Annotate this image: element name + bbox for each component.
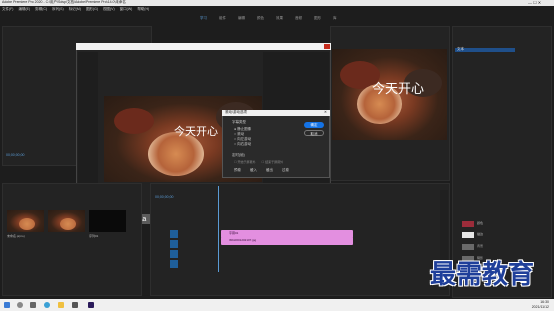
dialog-timing-label: 定时(帧) [232, 153, 245, 157]
program-preview-image: 今天开心 [332, 49, 447, 140]
dialog-close-icon[interactable]: ✕ [324, 110, 327, 115]
playhead[interactable] [218, 186, 219, 272]
premiere-icon[interactable] [88, 302, 94, 308]
windows-taskbar [0, 299, 554, 311]
timing-checkboxes: ☐ 开始于屏幕外 ☐ 结束于屏幕外 [234, 160, 283, 164]
fill-label: 颜色 [477, 221, 484, 225]
search-icon[interactable] [17, 302, 23, 308]
dialog-title: 滚动/游动选项 [225, 110, 247, 114]
tab-audio[interactable]: 音频 [295, 16, 302, 21]
checkbox-start-offscreen[interactable]: ☐ 开始于屏幕外 [234, 160, 256, 164]
menu-graphics[interactable]: 图形(G) [86, 7, 98, 12]
dialog-section-type: 字幕类型 [232, 120, 246, 124]
sequence-thumbnail[interactable] [89, 210, 126, 232]
folder-icon[interactable] [58, 302, 64, 308]
project-panel [2, 183, 142, 296]
tab-graphics[interactable]: 图形 [314, 16, 321, 21]
title-caption: 今天开心 [174, 125, 218, 138]
windows-icon[interactable] [4, 302, 10, 308]
plate-shape [19, 218, 35, 230]
title-type-radio-group: ● 静止图像 ○ 滚动 ○ 向左游动 ○ 向右游动 [234, 127, 251, 147]
layer-selected-row[interactable] [455, 48, 515, 52]
tab-effects[interactable]: 效果 [276, 16, 283, 21]
menu-view[interactable]: 视图(V) [103, 7, 115, 12]
timeline-clip-image[interactable]: IMG0001202107.jpg [221, 237, 353, 245]
background-label: 背景 [477, 244, 484, 248]
menu-sequence[interactable]: 序列(S) [52, 7, 64, 12]
fill-color-swatch[interactable] [462, 221, 474, 227]
track-target-v1[interactable] [170, 230, 178, 238]
timing-fields: 预卷 缓入 缓出 过卷 [234, 168, 298, 173]
clip-label: 字幕01 [229, 231, 239, 235]
bowl-shape [114, 108, 154, 134]
ok-button[interactable]: 确定 [304, 122, 324, 128]
plate-shape [148, 132, 204, 176]
tab-editing[interactable]: 编辑 [238, 16, 245, 21]
menu-marker[interactable]: 标记(M) [69, 7, 81, 12]
stroke-color-swatch[interactable] [462, 232, 474, 238]
track-target-a3[interactable] [170, 260, 178, 268]
dialog-titlebar: 滚动/游动选项 ✕ [222, 110, 330, 116]
source-timecode: 00;00;00;00 [6, 153, 25, 157]
field-ease-out[interactable]: 缓出 [266, 168, 282, 173]
system-clock[interactable]: 16:30 2021/11/12 [505, 300, 549, 310]
timeline-timecode: 00;00;00;00 [155, 195, 174, 199]
background-color-swatch[interactable] [462, 244, 474, 250]
close-icon[interactable] [324, 44, 330, 49]
menu-clip[interactable]: 剪辑(C) [35, 7, 47, 12]
program-caption: 今天开心 [372, 82, 425, 97]
legacy-title-titlebar [76, 43, 331, 50]
store-icon[interactable] [72, 302, 78, 308]
menu-edit[interactable]: 编辑(E) [18, 7, 30, 12]
menu-help[interactable]: 帮助(H) [137, 7, 149, 12]
tab-assembly[interactable]: 组件 [219, 16, 226, 21]
window-title: Adobe Premiere Pro 2020 - C:\用户\Sdsp\文档\… [2, 0, 126, 4]
checkbox-end-offscreen[interactable]: ☐ 结束于屏幕外 [262, 160, 284, 164]
taskview-icon[interactable] [30, 302, 36, 308]
field-preroll[interactable]: 预卷 [234, 168, 250, 173]
tab-color[interactable]: 颜色 [257, 16, 264, 21]
project-thumbnail[interactable] [7, 210, 44, 232]
browser-icon[interactable] [44, 302, 50, 308]
project-thumbnail[interactable] [48, 210, 85, 232]
clip-label: IMG0001202107.jpg [229, 238, 257, 242]
menu-file[interactable]: 文件(F) [2, 7, 13, 12]
workspace-tabs: 学习 组件 编辑 颜色 效果 音频 图形 库 [200, 15, 349, 21]
layer-label: 文本 [457, 47, 464, 51]
tab-libraries[interactable]: 库 [333, 16, 337, 21]
project-item-name: 序列01 [89, 234, 99, 238]
field-ease-in[interactable]: 缓入 [250, 168, 266, 173]
plate-shape [60, 218, 76, 230]
menu-bar: 文件(F) 编辑(E) 剪辑(C) 序列(S) 标记(M) 图形(G) 视图(V… [2, 6, 302, 12]
track-target-a1[interactable] [170, 240, 178, 248]
field-postroll[interactable]: 过卷 [282, 168, 298, 173]
cancel-button[interactable]: 取消 [304, 130, 324, 136]
stroke-label: 描边 [477, 232, 484, 236]
menu-window[interactable]: 窗口(W) [120, 7, 133, 12]
tab-learn[interactable]: 学习 [200, 16, 207, 21]
track-target-a2[interactable] [170, 250, 178, 258]
radio-crawl-right[interactable]: ○ 向右游动 [234, 142, 251, 147]
watermark-logo: 最需教育 [430, 260, 535, 290]
window-controls[interactable]: — ☐ ✕ [528, 1, 541, 5]
project-item-name: 未命名.prproj [7, 234, 25, 238]
